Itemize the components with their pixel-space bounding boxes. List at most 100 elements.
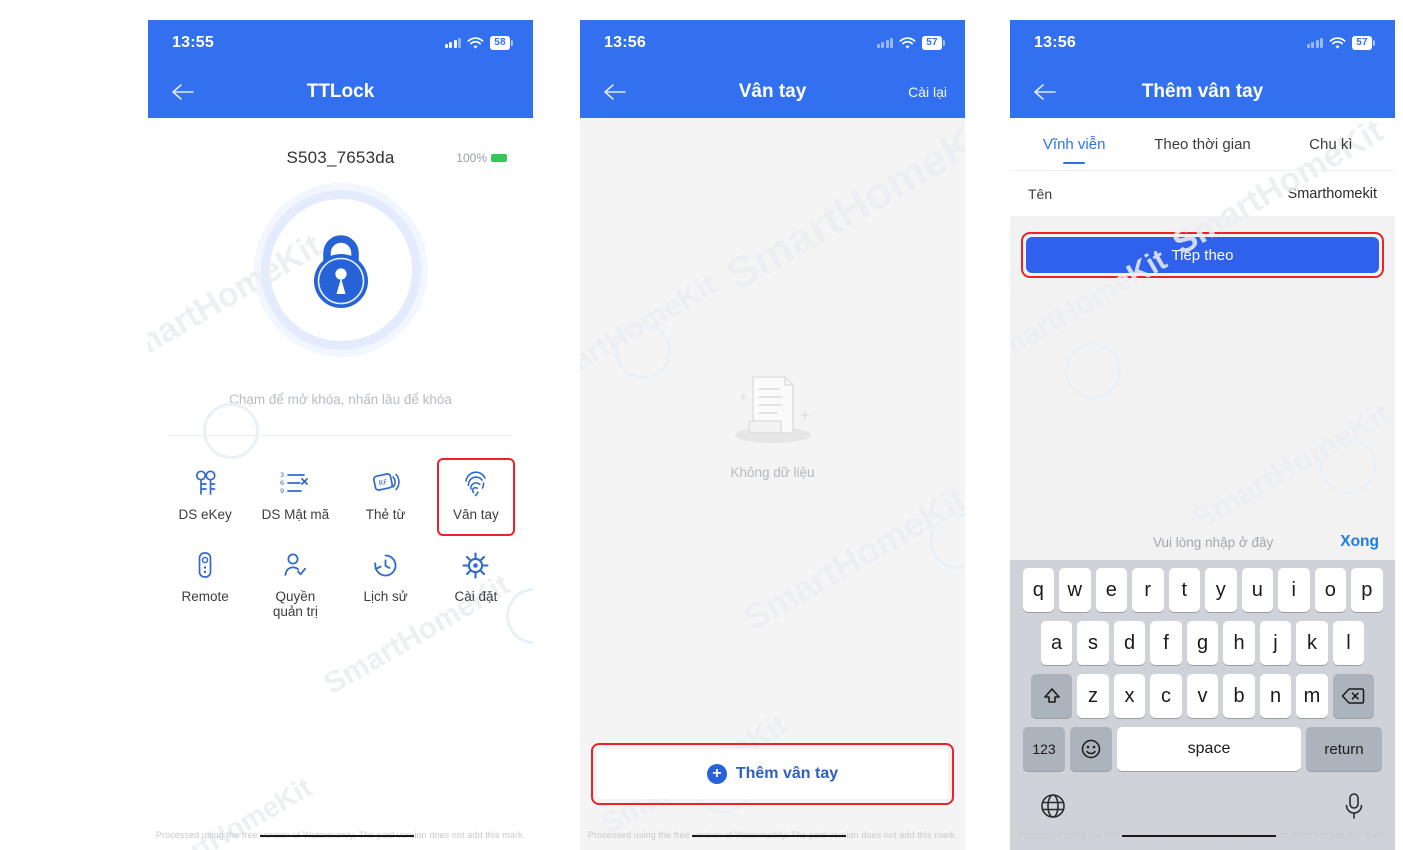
- grid-item-label: Quyền quản trị: [272, 589, 318, 619]
- rf-card-icon: RF: [372, 468, 400, 498]
- add-fingerprint-button[interactable]: + Thêm vân tay: [597, 749, 948, 799]
- page-title: TTLock: [306, 81, 375, 102]
- fingerprint-list-body: SmartHomeKit SmartHomeKit SmartHomeKit S…: [580, 105, 965, 850]
- key-a[interactable]: a: [1040, 621, 1073, 665]
- svg-text:9: 9: [280, 487, 284, 495]
- device-row: S503_7653da 100%: [148, 118, 533, 168]
- key-r[interactable]: r: [1132, 568, 1164, 612]
- backspace-icon[interactable]: [1332, 674, 1374, 718]
- key-s[interactable]: s: [1077, 621, 1109, 665]
- key-y[interactable]: y: [1205, 568, 1237, 612]
- status-bar: 13:55 58: [148, 20, 533, 66]
- key-w[interactable]: w: [1059, 568, 1091, 612]
- tab-label: Chu kì: [1309, 135, 1353, 153]
- battery-level: 58: [490, 36, 510, 50]
- brand-watermark-ring: [1320, 438, 1376, 494]
- history-clock-icon: [372, 550, 399, 580]
- key-space[interactable]: space: [1117, 727, 1301, 771]
- key-f[interactable]: f: [1150, 621, 1182, 665]
- key-n[interactable]: n: [1259, 674, 1292, 718]
- brand-watermark: SmartHomeKit: [580, 268, 723, 401]
- keyboard-toolbar: Vui lòng nhập ở đây Xong: [1010, 524, 1395, 560]
- key-h[interactable]: h: [1223, 621, 1255, 665]
- grid-item-label: DS eKey: [178, 507, 232, 522]
- padlock-icon: [313, 235, 368, 308]
- next-button[interactable]: Tiếp theo: [1026, 237, 1379, 273]
- mode-tabs: Vĩnh viễn Theo thời gian Chu kì: [1010, 118, 1395, 170]
- nav-bar: TTLock: [148, 66, 533, 118]
- svg-text:6: 6: [280, 479, 284, 487]
- key-z[interactable]: z: [1077, 674, 1109, 718]
- empty-document-icon: [734, 376, 811, 443]
- grid-item-the-tu[interactable]: RF Thẻ từ: [341, 460, 431, 538]
- key-q[interactable]: q: [1022, 568, 1054, 612]
- emoji-icon[interactable]: [1070, 727, 1112, 771]
- key-k[interactable]: k: [1296, 621, 1328, 665]
- key-d[interactable]: d: [1113, 621, 1146, 665]
- name-field-value[interactable]: Smarthomekit: [1288, 186, 1377, 202]
- grid-item-ds-mat-ma[interactable]: 3 6 9 DS Mật mã: [250, 460, 340, 538]
- grid-item-ds-ekey[interactable]: DS eKey: [160, 460, 250, 538]
- key-t[interactable]: t: [1168, 568, 1200, 612]
- key-e[interactable]: e: [1095, 568, 1127, 612]
- phone-screen-add-fingerprint: 13:56 57 Thêm vân tay SmartHomeKit Smart…: [1010, 20, 1395, 850]
- brand-watermark-ring: [615, 323, 671, 379]
- keyboard-bottom-bar: [1013, 780, 1392, 825]
- grid-item-cai-dat[interactable]: Cài đặt: [431, 542, 521, 629]
- status-indicators: 57: [1306, 36, 1375, 50]
- battery-icon: 57: [1352, 36, 1375, 50]
- tab-chu-ki[interactable]: Chu kì: [1267, 118, 1395, 170]
- grid-item-label: Cài đặt: [454, 589, 498, 604]
- key-p[interactable]: p: [1351, 568, 1383, 612]
- admin-user-icon: [281, 550, 309, 580]
- key-return[interactable]: return: [1306, 727, 1382, 771]
- key-x[interactable]: x: [1113, 674, 1146, 718]
- microphone-icon[interactable]: [1342, 792, 1366, 825]
- onscreen-keyboard: q w e r t y u i o p a s d f g h j k l z …: [1010, 560, 1395, 850]
- battery-level: 57: [1352, 36, 1372, 50]
- grid-item-quyen-quan-tri[interactable]: Quyền quản trị: [250, 542, 340, 629]
- lock-hint-text: Chạm để mở khóa, nhấn lâu để khóa: [229, 392, 452, 407]
- key-l[interactable]: l: [1332, 621, 1365, 665]
- fingerprint-icon: [462, 468, 489, 498]
- name-field-row[interactable]: Tên Smarthomekit: [1010, 170, 1395, 216]
- add-fingerprint-highlight: + Thêm vân tay: [591, 743, 954, 805]
- grid-item-remote[interactable]: Remote: [160, 542, 250, 629]
- key-c[interactable]: c: [1150, 674, 1182, 718]
- lock-button-wrap[interactable]: [148, 190, 533, 350]
- status-indicators: 58: [444, 36, 513, 50]
- keyboard-done-button[interactable]: Xong: [1340, 533, 1379, 551]
- key-j[interactable]: j: [1259, 621, 1292, 665]
- tab-theo-thoi-gian[interactable]: Theo thời gian: [1138, 118, 1266, 170]
- key-v[interactable]: v: [1186, 674, 1219, 718]
- remote-icon: [197, 550, 213, 580]
- name-field-label: Tên: [1028, 185, 1053, 202]
- grid-item-lich-su[interactable]: Lịch sử: [341, 542, 431, 629]
- key-u[interactable]: u: [1241, 568, 1273, 612]
- cellular-signal-icon: [876, 38, 893, 48]
- key-o[interactable]: o: [1314, 568, 1346, 612]
- back-arrow-icon[interactable]: [166, 75, 200, 109]
- wifi-icon: [467, 36, 484, 49]
- lock-button[interactable]: [260, 190, 421, 350]
- grid-item-label: Remote: [181, 589, 229, 604]
- key-m[interactable]: m: [1296, 674, 1328, 718]
- grid-item-van-tay[interactable]: Vân tay: [431, 458, 521, 538]
- ekey-icon: [192, 468, 218, 498]
- key-i[interactable]: i: [1278, 568, 1310, 612]
- reset-action-button[interactable]: Cài lại: [908, 84, 947, 100]
- key-b[interactable]: b: [1223, 674, 1255, 718]
- device-battery: 100%: [456, 151, 507, 165]
- keyboard-row-1: q w e r t y u i o p: [1013, 568, 1392, 612]
- grid-item-label: Vân tay: [452, 507, 499, 522]
- key-numeric[interactable]: 123: [1023, 727, 1065, 771]
- tab-vinh-vien[interactable]: Vĩnh viễn: [1010, 118, 1138, 170]
- globe-icon[interactable]: [1039, 792, 1067, 825]
- back-arrow-icon[interactable]: [1028, 75, 1062, 109]
- shift-icon[interactable]: [1031, 674, 1073, 718]
- grid-item-label: Lịch sử: [363, 589, 408, 604]
- back-arrow-icon[interactable]: [598, 75, 632, 109]
- processing-watermark: Processed using the free version of Wate…: [587, 830, 958, 840]
- wifi-icon: [1329, 36, 1346, 49]
- key-g[interactable]: g: [1186, 621, 1219, 665]
